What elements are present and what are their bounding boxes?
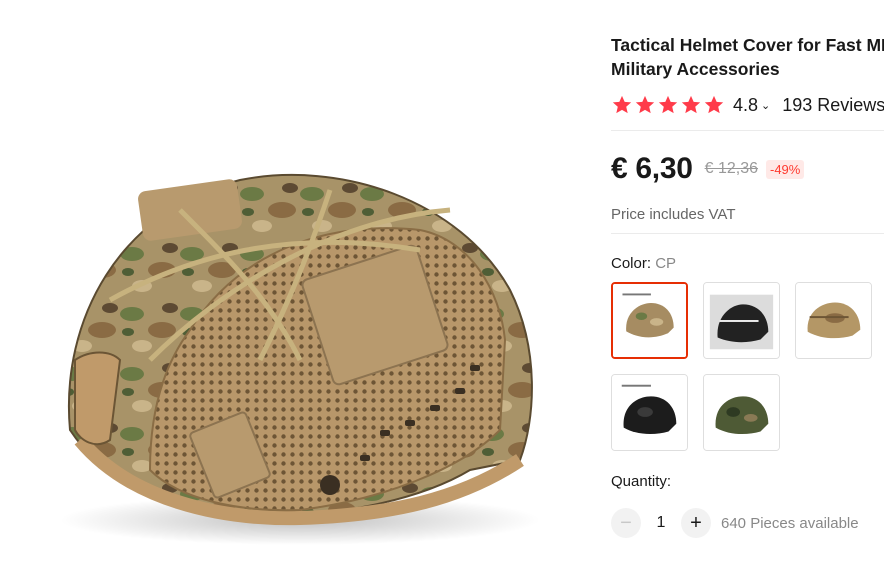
original-price: € 12,36 (704, 160, 758, 177)
price-row: € 6,30 € 12,36 -49% (611, 152, 805, 186)
rating-row: 4.8 ⌄ 193 Reviews (611, 93, 884, 117)
product-title: Tactical Helmet Cover for Fast MH Milita… (611, 33, 884, 81)
helmet-illustration (60, 173, 540, 545)
decrease-quantity-button[interactable]: − (611, 508, 641, 538)
color-label-text: Color: (611, 255, 656, 272)
helmet-thumbnail (704, 283, 779, 358)
stock-availability: 640 Pieces available (721, 514, 859, 532)
reviews-link[interactable]: 193 Reviews (782, 95, 884, 116)
star-icon (658, 95, 678, 114)
helmet-thumbnail (613, 284, 686, 357)
star-icon (612, 95, 632, 114)
helmet-thumbnail (612, 375, 687, 450)
star-icon (635, 95, 655, 114)
quantity-stepper: − 1 + 640 Pieces available (611, 508, 859, 538)
increase-quantity-button[interactable]: + (681, 508, 711, 538)
star-icon (681, 95, 701, 114)
color-label: Color: CP (611, 255, 676, 272)
rating-value[interactable]: 4.8 (733, 95, 758, 116)
chevron-down-icon[interactable]: ⌄ (761, 99, 770, 112)
product-title-line-2: Military Accessories (611, 59, 780, 79)
color-option-cp[interactable] (611, 282, 688, 359)
current-price: € 6,30 (611, 152, 693, 185)
product-title-line-1: Tactical Helmet Cover for Fast MH (611, 35, 884, 55)
divider (611, 233, 884, 234)
star-icon (704, 95, 724, 114)
color-option-black[interactable] (611, 374, 688, 451)
vat-note: Price includes VAT (611, 206, 736, 223)
divider (611, 130, 884, 131)
product-info-panel: Tactical Helmet Cover for Fast MH Milita… (611, 0, 884, 569)
quantity-value[interactable]: 1 (641, 514, 681, 532)
helmet-thumbnail (796, 283, 871, 358)
color-option-black-mesh[interactable] (703, 282, 780, 359)
star-rating (611, 94, 725, 116)
color-selected-value: CP (655, 255, 677, 272)
product-main-image[interactable] (0, 0, 600, 569)
color-option-tan[interactable] (795, 282, 872, 359)
color-option-green-camo[interactable] (703, 374, 780, 451)
discount-badge: -49% (766, 159, 805, 179)
quantity-label: Quantity: (611, 473, 672, 490)
helmet-thumbnail (704, 375, 779, 450)
